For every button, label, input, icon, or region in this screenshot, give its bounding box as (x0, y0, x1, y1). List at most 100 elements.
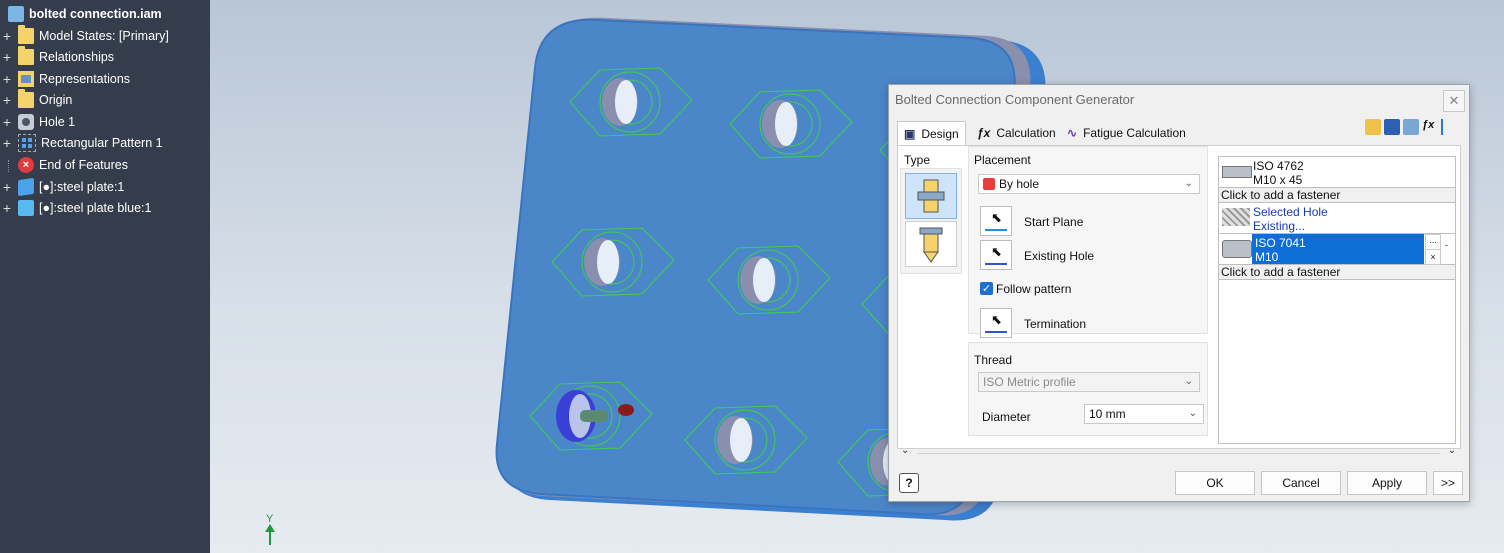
expand-bar[interactable]: ⌄ ⌄ (901, 445, 1456, 457)
apply-button[interactable]: Apply (1347, 471, 1427, 495)
tree-item-label: End of Features (39, 157, 128, 172)
selected-hole-row[interactable]: Selected Hole Existing... (1219, 203, 1455, 234)
tree-item-label: Origin (39, 92, 73, 107)
expand-icon[interactable]: + (0, 180, 14, 194)
tree-item-representations[interactable]: + Representations (0, 68, 130, 89)
add-fastener-label: Click to add a fastener (1221, 265, 1341, 279)
thread-label: Thread (974, 353, 1013, 367)
part-icon (18, 199, 34, 216)
open-folder-icon[interactable] (1365, 119, 1381, 135)
hole-name: Selected Hole (1253, 205, 1328, 219)
tree-root[interactable]: bolted connection.iam (4, 6, 162, 22)
ok-button[interactable]: OK (1175, 471, 1255, 495)
dialog-toolbar: ƒx (1365, 119, 1457, 135)
bolt-size: M10 x 45 (1253, 173, 1303, 187)
chevron-down-icon[interactable]: ⌄ (901, 445, 909, 456)
through-bolt-icon (917, 179, 945, 213)
settings-icon[interactable] (1403, 119, 1419, 135)
folder-icon (18, 45, 34, 65)
more-button[interactable]: >> (1433, 471, 1463, 495)
more-options-button[interactable]: ... (1425, 234, 1441, 250)
thread-select[interactable]: ISO Metric profile ⌄ (978, 372, 1200, 392)
dialog-title: Bolted Connection Component Generator (895, 92, 1135, 107)
bolted-connection-dialog: Bolted Connection Component Generator ✕ … (888, 84, 1470, 502)
type-group (900, 168, 962, 274)
dropdown-marker: - (1445, 240, 1448, 250)
fastener-list: ISO 4762 M10 x 45 Click to add a fastene… (1218, 156, 1456, 444)
existing-hole-button[interactable]: ⬉ (980, 240, 1012, 270)
diameter-select[interactable]: 10 mm ⌄ (1084, 404, 1204, 424)
existing-hole-label: Existing Hole (1024, 249, 1095, 263)
tab-calculation[interactable]: ƒx Calculation (971, 121, 1062, 145)
tree-item-label: [●]:steel plate blue:1 (39, 200, 152, 215)
tree-item-hole-1[interactable]: + Hole 1 (0, 111, 75, 132)
expand-icon[interactable]: + (0, 201, 14, 215)
tree-item-steel-plate[interactable]: + [●]:steel plate:1 (0, 176, 124, 197)
close-button[interactable]: ✕ (1443, 90, 1465, 112)
termination-label: Termination (1024, 317, 1087, 331)
nut-preview (618, 404, 634, 416)
tab-design-label: Design (921, 127, 959, 141)
start-plane-button[interactable]: ⬉ (980, 206, 1012, 236)
help-button[interactable]: ? (899, 473, 919, 493)
chevron-down-icon: ⌄ (1184, 178, 1193, 189)
diameter-label: Diameter (982, 410, 1031, 424)
bolt-name: ISO 4762 (1253, 159, 1304, 173)
folder-icon (18, 88, 34, 108)
bolt-preview (580, 410, 608, 422)
chevron-down-icon: ⌄ (1188, 408, 1197, 419)
tree-item-steel-plate-blue[interactable]: + [●]:steel plate blue:1 (0, 197, 151, 218)
nut-row[interactable]: ISO 7041 M10 ... × - (1219, 234, 1455, 265)
type-through-button[interactable] (905, 173, 957, 219)
tab-fatigue-calculation[interactable]: ∿ Fatigue Calculation (1061, 121, 1192, 145)
expand-icon[interactable]: + (0, 115, 14, 129)
placement-label: Placement (974, 153, 1031, 167)
expand-icon[interactable]: + (0, 72, 14, 86)
termination-button[interactable]: ⬉ (980, 308, 1012, 338)
expand-icon[interactable]: + (0, 93, 14, 107)
expand-icon[interactable]: + (0, 50, 14, 64)
blind-bolt-icon (919, 227, 943, 263)
design-icon: ▣ (904, 127, 916, 141)
assembly-icon (8, 6, 24, 22)
tree-structure-icon[interactable] (1441, 119, 1457, 135)
cursor-icon: ⬉ (991, 244, 1002, 259)
remove-fastener-button[interactable]: × (1425, 249, 1441, 265)
tab-design[interactable]: ▣ Design (897, 121, 966, 146)
tree-item-end-of-features[interactable]: × End of Features (0, 154, 128, 175)
nut-icon (1222, 240, 1252, 258)
tree-item-label: [●]:steel plate:1 (39, 179, 125, 194)
placement-select[interactable]: By hole ⌄ (978, 174, 1200, 194)
diameter-value: 10 mm (1089, 407, 1126, 421)
add-fastener-label: Click to add a fastener (1221, 188, 1341, 202)
rectangular-pattern-icon (18, 133, 36, 152)
tree-item-origin[interactable]: + Origin (0, 88, 73, 110)
tree-item-relationships[interactable]: + Relationships (0, 45, 115, 67)
bolt-icon (1222, 166, 1252, 178)
cancel-button[interactable]: Cancel (1261, 471, 1341, 495)
add-fastener-row-2[interactable]: Click to add a fastener (1219, 265, 1455, 280)
chevron-down-icon[interactable]: ⌄ (1448, 445, 1456, 456)
type-blind-button[interactable] (905, 221, 957, 267)
tree-item-label: Relationships (39, 49, 115, 64)
start-plane-label: Start Plane (1024, 215, 1084, 229)
hole-feature-icon (18, 113, 34, 130)
help-icon: ? (905, 476, 913, 490)
cursor-icon: ⬉ (991, 210, 1002, 225)
expand-icon[interactable]: + (0, 136, 14, 150)
follow-pattern-checkbox[interactable]: ✓ (980, 282, 993, 295)
expand-icon[interactable]: + (0, 29, 14, 43)
add-fastener-row-1[interactable]: Click to add a fastener (1219, 188, 1455, 203)
tree-item-rectangular-pattern[interactable]: + Rectangular Pattern 1 (0, 132, 163, 153)
function-icon[interactable]: ƒx (1422, 119, 1438, 135)
tree-item-label: Rectangular Pattern 1 (41, 135, 163, 150)
placement-value: By hole (999, 177, 1040, 191)
bolt-row[interactable]: ISO 4762 M10 x 45 (1219, 157, 1455, 188)
representations-icon (18, 70, 34, 87)
tab-fatigue-label: Fatigue Calculation (1083, 126, 1186, 140)
axis-y-label: Y (266, 513, 274, 525)
fatigue-chart-icon: ∿ (1067, 126, 1078, 140)
save-icon[interactable] (1384, 119, 1400, 135)
tree-item-model-states[interactable]: + Model States: [Primary] (0, 24, 169, 46)
function-icon: ƒx (977, 126, 991, 140)
